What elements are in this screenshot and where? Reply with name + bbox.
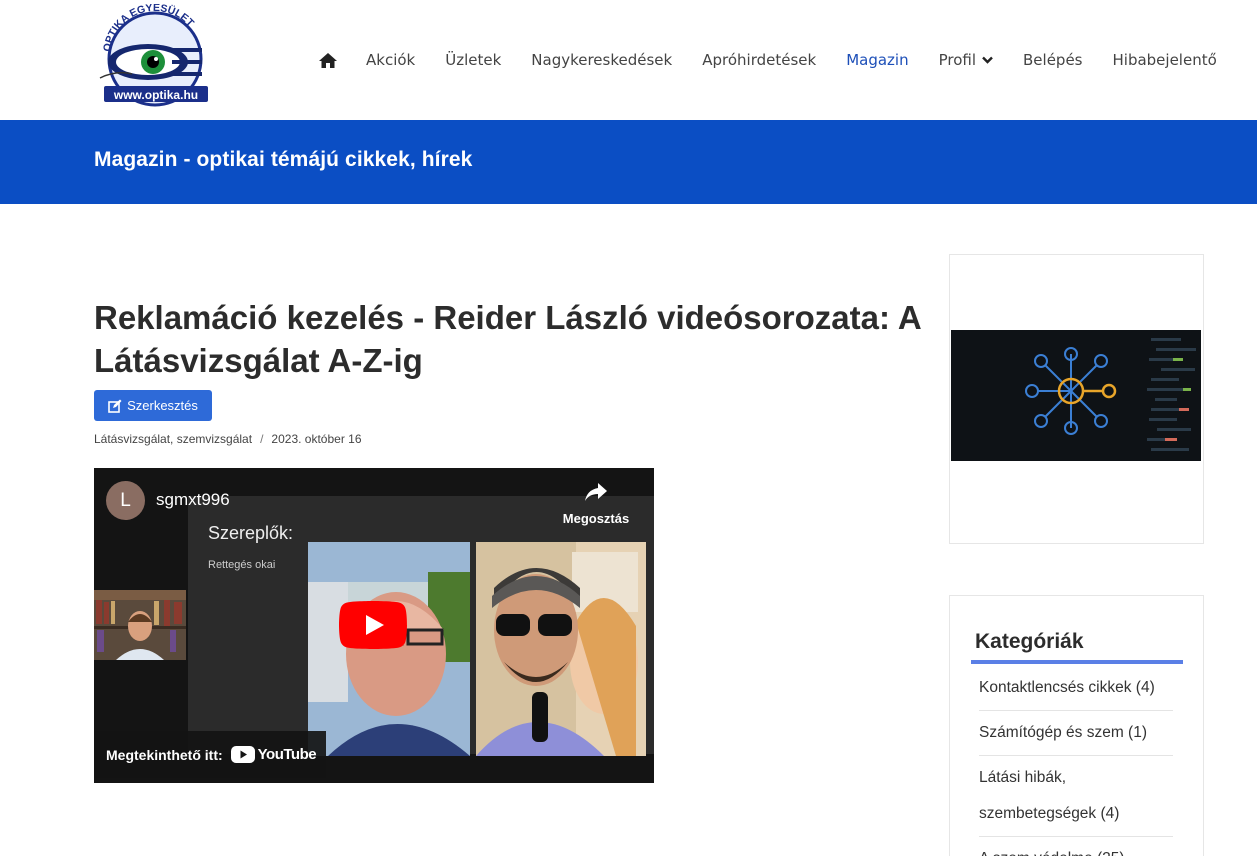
- nav-uzletek[interactable]: Üzletek: [445, 51, 501, 69]
- logo-url-text: www.optika.hu: [113, 88, 198, 102]
- nav-home[interactable]: [318, 52, 338, 69]
- edit-icon: [108, 399, 122, 413]
- youtube-logo: YouTube: [230, 746, 317, 763]
- video-thumbnail-right: [476, 542, 646, 756]
- edit-button-label: Szerkesztés: [127, 398, 198, 413]
- youtube-icon: [230, 746, 255, 763]
- share-icon: [585, 483, 607, 501]
- chevron-down-icon: [982, 56, 993, 64]
- article-meta: Látásvizsgálat, szemvizsgálat / 2023. októ…: [94, 432, 362, 446]
- share-button[interactable]: Megosztás: [556, 482, 636, 526]
- nav-belepes[interactable]: Belépés: [1023, 51, 1082, 69]
- nav-aprohirdetesek[interactable]: Apróhirdetések: [702, 51, 816, 69]
- watch-label: Megtekinthető itt:: [106, 746, 223, 763]
- home-icon: [319, 52, 337, 68]
- nav-profil[interactable]: Profil: [939, 51, 993, 69]
- meta-separator: /: [260, 432, 264, 446]
- channel-name[interactable]: sgmxt996: [156, 490, 230, 510]
- nav-hibabejelento[interactable]: Hibabejelentő: [1113, 51, 1217, 69]
- video-thumbnail-middle: [308, 542, 470, 756]
- nav-akciok[interactable]: Akciók: [366, 51, 415, 69]
- play-icon[interactable]: [339, 601, 407, 649]
- categories-title: Kategóriák: [975, 630, 1084, 653]
- banner-title: Magazin - optikai témájú cikkek, hírek: [94, 148, 473, 171]
- category-item[interactable]: Látási hibák, szembetegségek (4): [979, 756, 1173, 837]
- nav-nagykereskedesek[interactable]: Nagykereskedések: [531, 51, 672, 69]
- main-nav: Akciók Üzletek Nagykereskedések Apróhird…: [318, 46, 1217, 74]
- nav-magazin[interactable]: Magazin: [846, 51, 908, 69]
- video-thumbnail-left: [94, 590, 186, 660]
- edit-button[interactable]: Szerkesztés: [94, 390, 212, 421]
- video-player[interactable]: Szereplők: Rettegés okai L sgmxt996 Mego…: [94, 468, 654, 783]
- categories-underline: [971, 660, 1183, 664]
- nav-profil-label: Profil: [938, 51, 977, 69]
- video-topbar: L sgmxt996 Megosztás: [94, 468, 654, 528]
- categories-list: Kontaktlencsés cikkek (4) Számítógép és …: [979, 666, 1173, 856]
- share-label: Megosztás: [562, 511, 630, 526]
- youtube-label: YouTube: [257, 746, 317, 763]
- article-category[interactable]: Látásvizsgálat, szemvizsgálat: [94, 432, 252, 446]
- watch-on-youtube[interactable]: Megtekinthető itt: YouTube: [94, 731, 326, 778]
- article-date: 2023. október 16: [271, 432, 362, 446]
- article-title: Reklamáció kezelés - Reider László videó…: [94, 299, 921, 379]
- channel-avatar[interactable]: L: [106, 481, 145, 520]
- category-item[interactable]: Számítógép és szem (1): [979, 711, 1173, 756]
- site-header: OPTIKA EGYESÜLET www.optika.hu Akciók Üz…: [0, 0, 1257, 120]
- category-item[interactable]: A szem védelme (25): [979, 837, 1173, 856]
- optika-logo[interactable]: OPTIKA EGYESÜLET www.optika.hu: [96, 4, 214, 110]
- slide-subtitle: Rettegés okai: [208, 559, 276, 571]
- category-item[interactable]: Kontaktlencsés cikkek (4): [979, 666, 1173, 711]
- featured-image[interactable]: [951, 330, 1201, 461]
